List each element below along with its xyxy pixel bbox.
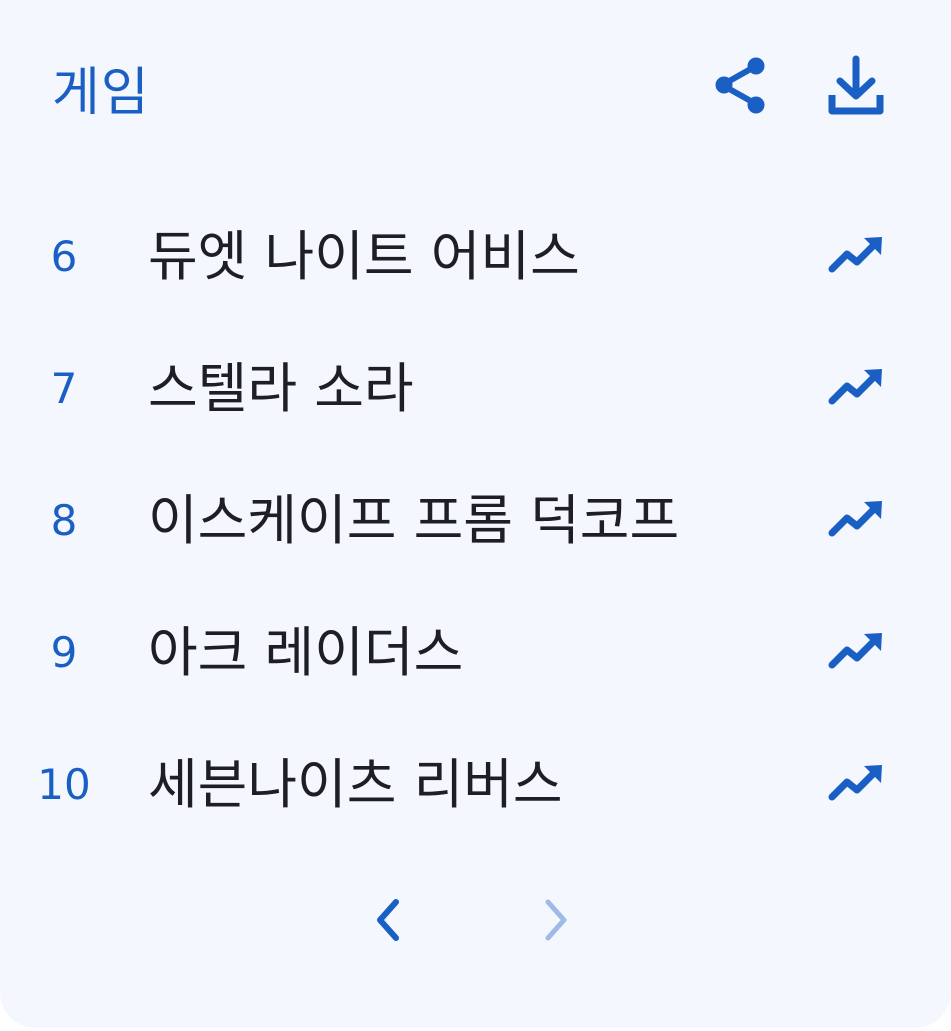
game-name: 스텔라 소라 bbox=[148, 357, 414, 420]
trending-up-icon bbox=[828, 369, 882, 405]
download-icon bbox=[828, 55, 884, 115]
share-button[interactable] bbox=[700, 46, 780, 126]
trending-up-icon bbox=[828, 237, 882, 273]
previous-page-button[interactable] bbox=[358, 888, 418, 952]
trending-up-icon bbox=[828, 765, 882, 801]
download-button[interactable] bbox=[816, 46, 896, 126]
list-item[interactable]: 9 아크 레이더스 bbox=[0, 598, 951, 708]
card-title: 게임 bbox=[52, 63, 150, 123]
rank-number: 8 bbox=[50, 496, 78, 545]
game-name: 아크 레이더스 bbox=[148, 621, 464, 684]
list-item[interactable]: 8 이스케이프 프롬 덕코프 bbox=[0, 466, 951, 576]
game-name: 세븐나이츠 리버스 bbox=[148, 753, 563, 816]
rank-number: 6 bbox=[50, 232, 78, 281]
rank-number: 7 bbox=[50, 364, 78, 413]
trending-games-card: 게임 6 듀엣 나이트 어비스 7 스텔라 소라 8 이스케이프 프롬 덕코프 … bbox=[0, 0, 951, 1028]
trending-up-icon bbox=[828, 633, 882, 669]
trending-up-icon bbox=[828, 501, 882, 537]
game-name: 이스케이프 프롬 덕코프 bbox=[148, 489, 680, 552]
next-page-button bbox=[526, 888, 586, 952]
list-item[interactable]: 10 세븐나이츠 리버스 bbox=[0, 730, 951, 840]
rank-number: 10 bbox=[37, 760, 91, 809]
share-icon bbox=[715, 57, 765, 114]
rank-number: 9 bbox=[50, 628, 78, 677]
chevron-right-icon bbox=[545, 899, 567, 941]
game-name: 듀엣 나이트 어비스 bbox=[148, 225, 580, 288]
chevron-left-icon bbox=[377, 899, 399, 941]
list-item[interactable]: 7 스텔라 소라 bbox=[0, 334, 951, 444]
list-item[interactable]: 6 듀엣 나이트 어비스 bbox=[0, 202, 951, 312]
